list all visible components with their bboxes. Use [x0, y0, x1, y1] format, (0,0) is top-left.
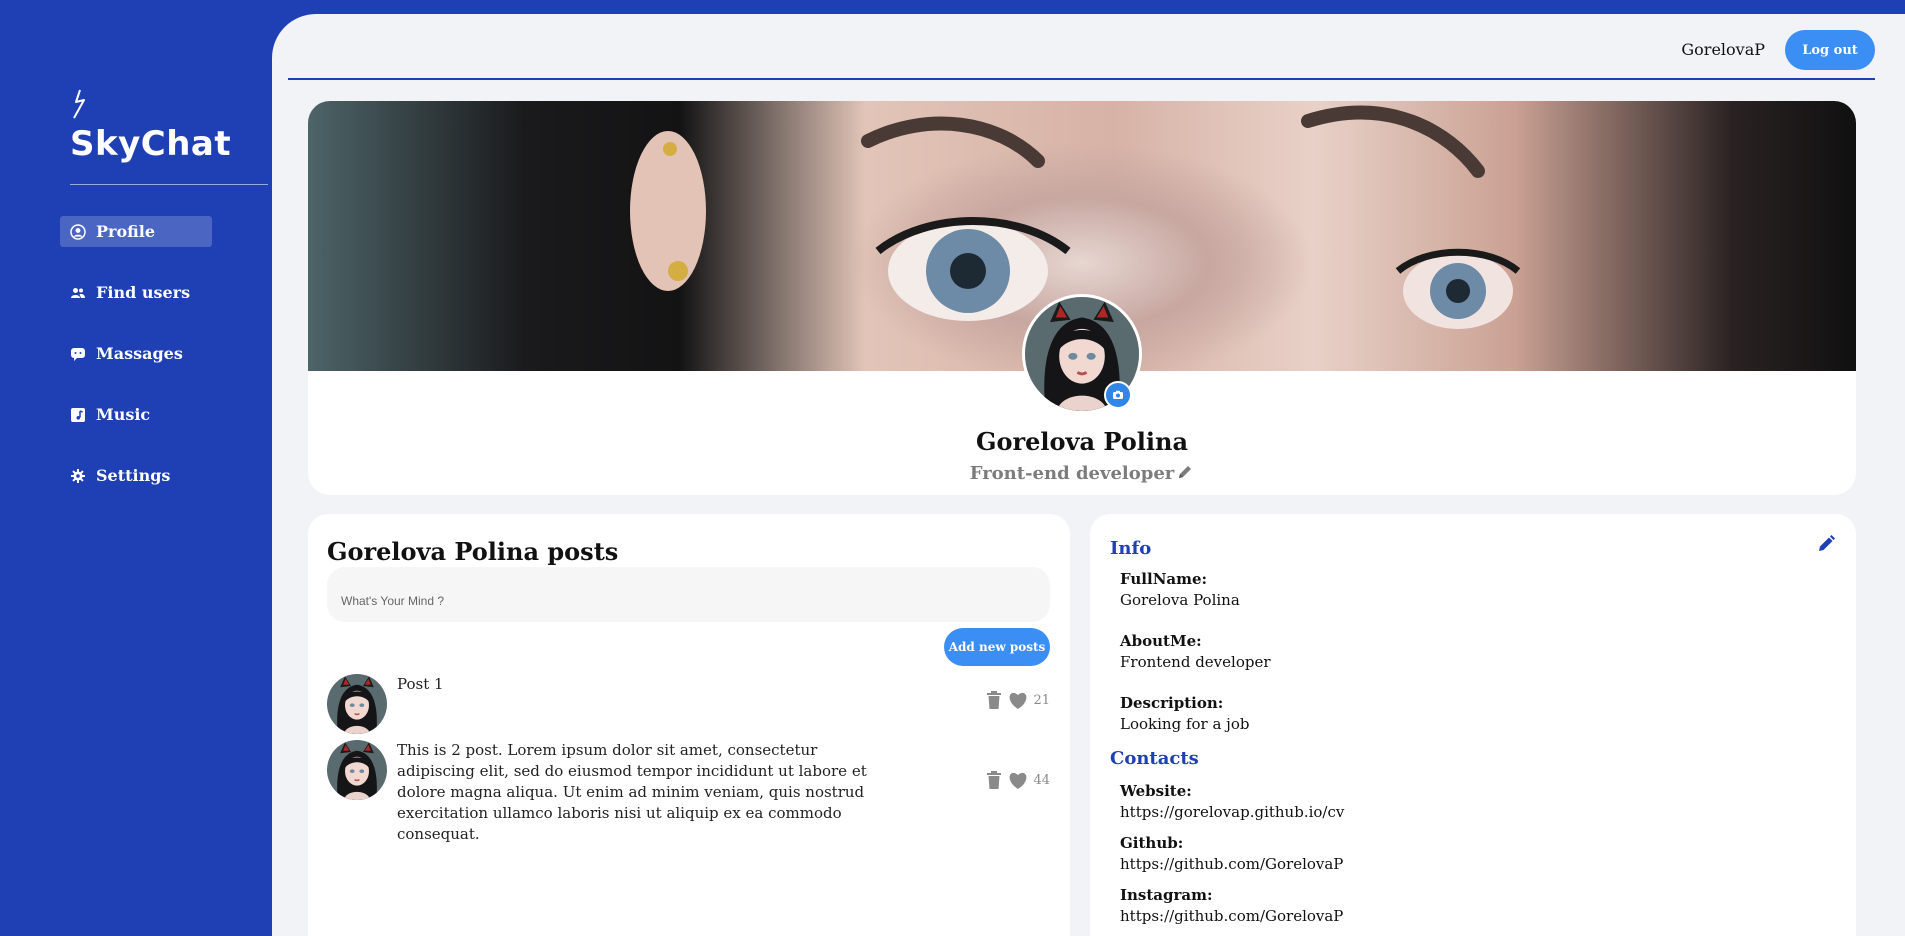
posts-title: Gorelova Polina posts — [327, 537, 619, 566]
info-title: Info — [1110, 538, 1152, 559]
sidebar-nav: Profile Find users Massages Music Settin… — [60, 216, 212, 521]
heart-icon[interactable] — [1007, 690, 1029, 710]
like-count: 44 — [1033, 772, 1050, 788]
info-card: Info FullName: Gorelova Polina AboutMe: … — [1090, 514, 1856, 936]
edit-info-pencil-icon[interactable] — [1816, 534, 1836, 558]
aboutme-label: AboutMe: — [1120, 632, 1202, 650]
post-item: Post 1 21 — [327, 674, 1050, 738]
users-icon — [70, 285, 86, 301]
posts-card: Gorelova Polina posts Add new posts Post… — [308, 514, 1070, 936]
fullname-label: FullName: — [1120, 570, 1208, 588]
post-actions: 21 — [985, 690, 1050, 710]
logo-star-icon — [73, 89, 85, 119]
sidebar-item-label: Music — [96, 405, 151, 424]
sidebar-item-find-users[interactable]: Find users — [60, 277, 212, 308]
sidebar-item-label: Settings — [96, 466, 171, 485]
fullname-value: Gorelova Polina — [1120, 591, 1240, 609]
post-text: This is 2 post. Lorem ipsum dolor sit am… — [397, 741, 867, 843]
profile-name: Gorelova Polina — [975, 427, 1189, 456]
post-avatar — [327, 740, 387, 800]
description-value: Looking for a job — [1120, 715, 1250, 733]
description-label: Description: — [1120, 694, 1224, 712]
music-icon — [70, 407, 86, 423]
profile-role: Front-end developer — [969, 463, 1175, 484]
app-logo[interactable]: SkyChat — [70, 124, 231, 164]
top-bar: GorelovaP Log out — [288, 14, 1875, 80]
add-new-post-button[interactable]: Add new posts — [944, 628, 1050, 666]
trash-icon[interactable] — [985, 770, 1003, 790]
post-text: Post 1 — [397, 675, 444, 693]
edit-role-pencil-icon[interactable] — [1176, 463, 1194, 486]
current-username: GorelovaP — [1681, 40, 1765, 59]
post-item: This is 2 post. Lorem ipsum dolor sit am… — [327, 740, 1050, 843]
trash-icon[interactable] — [985, 690, 1003, 710]
like-count: 21 — [1033, 692, 1050, 708]
sidebar-item-massages[interactable]: Massages — [60, 338, 212, 369]
logout-button[interactable]: Log out — [1785, 30, 1875, 70]
profile-role-line: Front-end developer — [308, 463, 1856, 486]
profile-card: Gorelova Polina Front-end developer — [308, 101, 1856, 495]
instagram-link[interactable]: https://github.com/GorelovaP — [1120, 907, 1343, 925]
camera-icon[interactable] — [1104, 381, 1132, 409]
sidebar-item-profile[interactable]: Profile — [60, 216, 212, 247]
heart-icon[interactable] — [1007, 770, 1029, 790]
aboutme-value: Frontend developer — [1120, 653, 1271, 671]
instagram-label: Instagram: — [1120, 886, 1213, 904]
website-label: Website: — [1120, 782, 1192, 800]
sidebar-item-music[interactable]: Music — [60, 399, 212, 430]
chat-icon — [70, 346, 86, 362]
post-avatar — [327, 674, 387, 734]
main-panel: GorelovaP Log out Gorelova Polina Front-… — [272, 14, 1905, 936]
new-post-input[interactable] — [327, 567, 1050, 622]
github-link[interactable]: https://github.com/GorelovaP — [1120, 855, 1343, 873]
sidebar-item-settings[interactable]: Settings — [60, 460, 212, 491]
sidebar-item-label: Profile — [96, 222, 156, 241]
sidebar-item-label: Find users — [96, 283, 191, 302]
sidebar: SkyChat Profile Find users Massages Musi… — [0, 0, 272, 936]
website-link[interactable]: https://gorelovap.github.io/cv — [1120, 803, 1344, 821]
sidebar-item-label: Massages — [96, 344, 183, 363]
contacts-title: Contacts — [1110, 748, 1199, 769]
sidebar-divider — [70, 184, 268, 185]
user-circle-icon — [70, 223, 86, 240]
post-actions: 44 — [985, 770, 1050, 790]
gear-icon — [70, 468, 86, 484]
github-label: Github: — [1120, 834, 1184, 852]
